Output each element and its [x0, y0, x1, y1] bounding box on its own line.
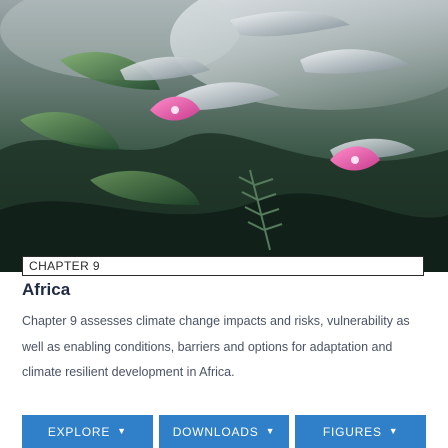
chapter-actions: EXPLORE ▼ DOWNLOADS ▼ FIGURES ▼: [22, 415, 427, 448]
downloads-button[interactable]: DOWNLOADS ▼: [158, 415, 290, 448]
chevron-down-icon: ▼: [117, 426, 127, 436]
chapter-number-label: CHAPTER 9: [22, 256, 424, 276]
figures-button-label: FIGURES: [322, 424, 382, 439]
chevron-down-icon: ▼: [388, 426, 399, 436]
hero-image: [0, 0, 448, 272]
chapter-title: Africa: [22, 280, 71, 299]
downloads-button-label: DOWNLOADS: [172, 424, 259, 439]
chapter-page: CHAPTER 9 Africa Chapter 9 assesses clim…: [0, 0, 448, 448]
chevron-down-icon: ▼: [265, 426, 276, 436]
figures-button[interactable]: FIGURES ▼: [295, 415, 427, 448]
chapter-description: Chapter 9 assesses climate change impact…: [22, 314, 410, 379]
explore-button-label: EXPLORE: [47, 424, 111, 439]
explore-button[interactable]: EXPLORE ▼: [22, 415, 153, 448]
